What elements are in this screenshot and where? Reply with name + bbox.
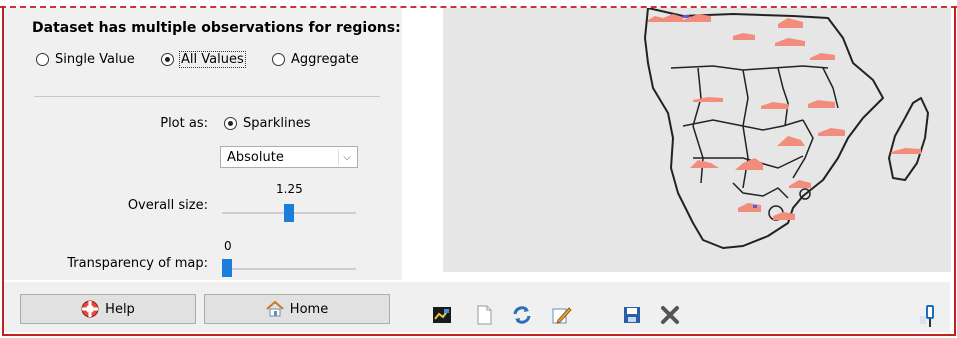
radio-aggregate[interactable]: Aggregate <box>272 52 359 67</box>
radio-single-value-indicator[interactable] <box>36 53 49 66</box>
madagascar-outline <box>888 97 929 181</box>
lifebuoy-icon <box>81 300 99 318</box>
observations-heading: Dataset has multiple observations for re… <box>32 20 401 36</box>
mode-select[interactable]: Absolute ⌵ <box>220 146 358 168</box>
radio-single-value-label: Single Value <box>55 52 135 67</box>
close-icon[interactable] <box>660 305 680 325</box>
options-panel: Dataset has multiple observations for re… <box>4 8 402 280</box>
transparency-label: Transparency of map: <box>67 256 208 271</box>
transparency-slider-thumb[interactable] <box>222 259 232 277</box>
radio-all-values[interactable]: All Values <box>161 51 246 68</box>
africa-map <box>644 8 929 249</box>
sparkline-accent <box>753 205 757 208</box>
chevron-down-icon[interactable]: ⌵ <box>338 149 355 165</box>
chart-icon[interactable] <box>432 305 452 325</box>
transparency-track[interactable] <box>222 268 356 270</box>
mode-select-value: Absolute <box>227 150 284 165</box>
new-document-icon[interactable] <box>474 305 494 325</box>
map-view[interactable] <box>443 8 951 272</box>
radio-all-values-indicator[interactable] <box>161 53 174 66</box>
home-button[interactable]: Home <box>204 294 390 324</box>
overall-size-slider-thumb[interactable] <box>284 204 294 222</box>
sparkline-accent <box>683 15 689 18</box>
edit-icon[interactable] <box>552 305 572 325</box>
refresh-icon[interactable] <box>512 305 532 325</box>
plot-as-label: Plot as: <box>160 116 208 131</box>
save-icon[interactable] <box>622 305 642 325</box>
overall-size-label: Overall size: <box>127 198 208 213</box>
transparency-value: 0 <box>224 239 232 253</box>
divider <box>34 96 380 97</box>
radio-all-values-label: All Values <box>179 51 246 68</box>
home-button-label: Home <box>289 301 329 317</box>
radio-aggregate-label: Aggregate <box>291 52 359 67</box>
help-button-label: Help <box>105 301 135 317</box>
radio-sparklines-label: Sparklines <box>243 116 311 131</box>
radio-sparklines[interactable]: Sparklines <box>224 116 311 131</box>
radio-aggregate-indicator[interactable] <box>272 53 285 66</box>
radio-sparklines-indicator[interactable] <box>224 117 237 130</box>
radio-single-value[interactable]: Single Value <box>36 52 135 67</box>
pin-icon[interactable] <box>918 302 942 328</box>
map-country-outline <box>644 8 884 249</box>
overall-size-value: 1.25 <box>276 182 303 196</box>
home-icon <box>266 300 284 317</box>
help-button[interactable]: Help <box>20 294 196 324</box>
